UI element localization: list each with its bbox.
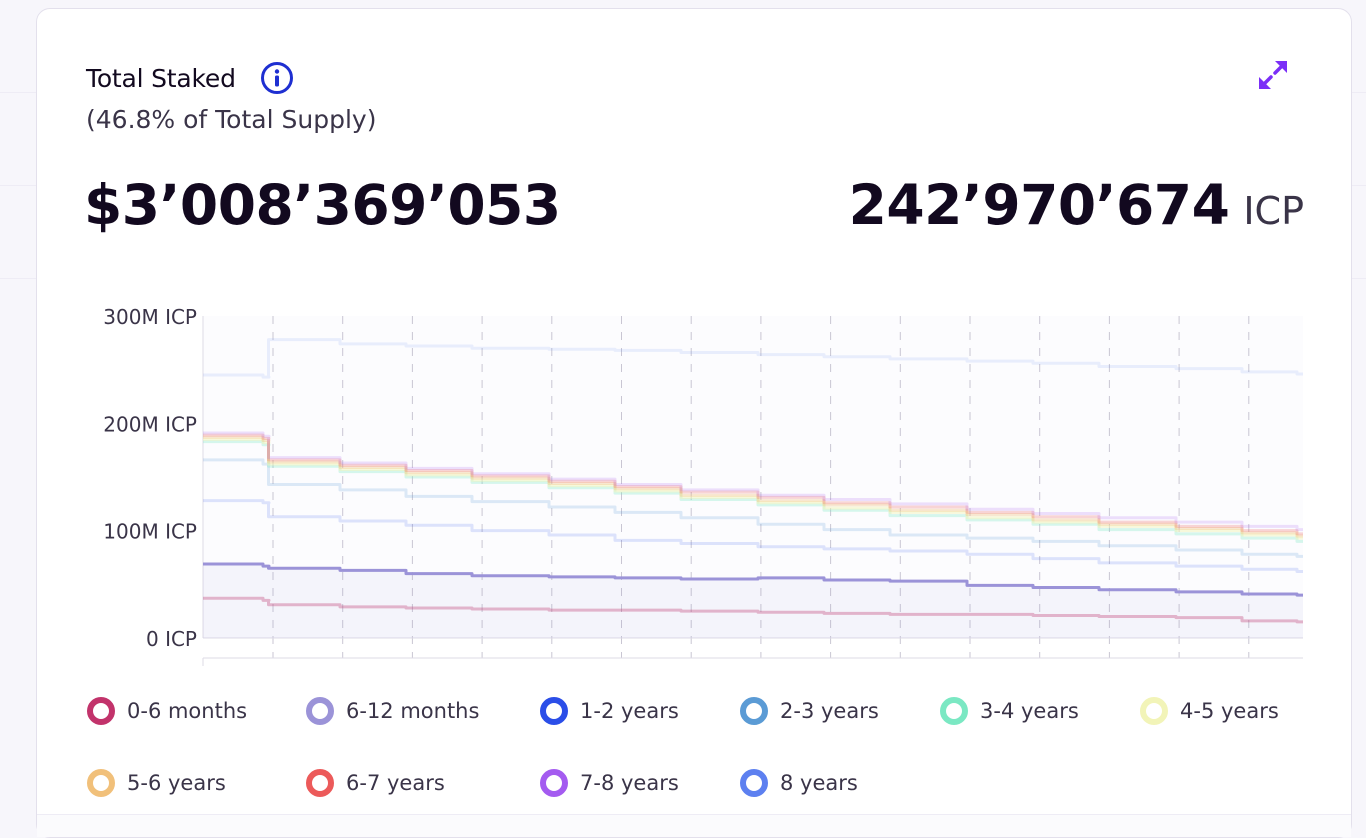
legend-label: 1-2 years: [580, 699, 679, 723]
legend-label: 7-8 years: [580, 771, 679, 795]
legend-swatch: [940, 697, 968, 725]
legend-label: 5-6 years: [127, 771, 226, 795]
y-tick-label: 100M ICP: [103, 520, 197, 544]
legend-swatch: [306, 769, 334, 797]
legend-swatch: [87, 697, 115, 725]
staked-area-chart: 300M ICP 200M ICP 100M ICP 0 ICP: [103, 305, 1303, 666]
legend-item[interactable]: 7-8 years: [540, 769, 679, 797]
legend-label: 6-12 months: [346, 699, 480, 723]
legend-swatch: [540, 769, 568, 797]
legend-label: 3-4 years: [980, 699, 1079, 723]
legend-swatch: [1140, 697, 1168, 725]
y-tick-label: 300M ICP: [103, 305, 197, 329]
legend-item[interactable]: 8 years: [740, 769, 858, 797]
y-tick-label: 0 ICP: [146, 627, 197, 651]
legend-item[interactable]: 3-4 years: [940, 697, 1079, 725]
legend-swatch: [740, 697, 768, 725]
legend-label: 6-7 years: [346, 771, 445, 795]
legend-item[interactable]: 6-12 months: [306, 697, 479, 725]
legend-item[interactable]: 2-3 years: [740, 697, 879, 725]
legend-item[interactable]: 6-7 years: [306, 769, 445, 797]
legend-swatch: [306, 697, 334, 725]
legend-label: 4-5 years: [1180, 699, 1279, 723]
legend-item[interactable]: 1-2 years: [540, 697, 679, 725]
card-footer-divider: [37, 814, 1351, 837]
legend-label: 0-6 months: [127, 699, 248, 723]
legend-item[interactable]: 0-6 months: [87, 697, 247, 725]
legend-swatch: [540, 697, 568, 725]
legend-swatch: [740, 769, 768, 797]
legend-item[interactable]: 5-6 years: [87, 769, 226, 797]
legend-item[interactable]: 4-5 years: [1140, 697, 1279, 725]
legend-label: 2-3 years: [780, 699, 879, 723]
legend-swatch: [87, 769, 115, 797]
y-tick-label: 200M ICP: [103, 412, 197, 436]
legend-label: 8 years: [780, 771, 858, 795]
total-staked-card: Total Staked (46.8% of Total Supply) $3’…: [36, 8, 1352, 838]
